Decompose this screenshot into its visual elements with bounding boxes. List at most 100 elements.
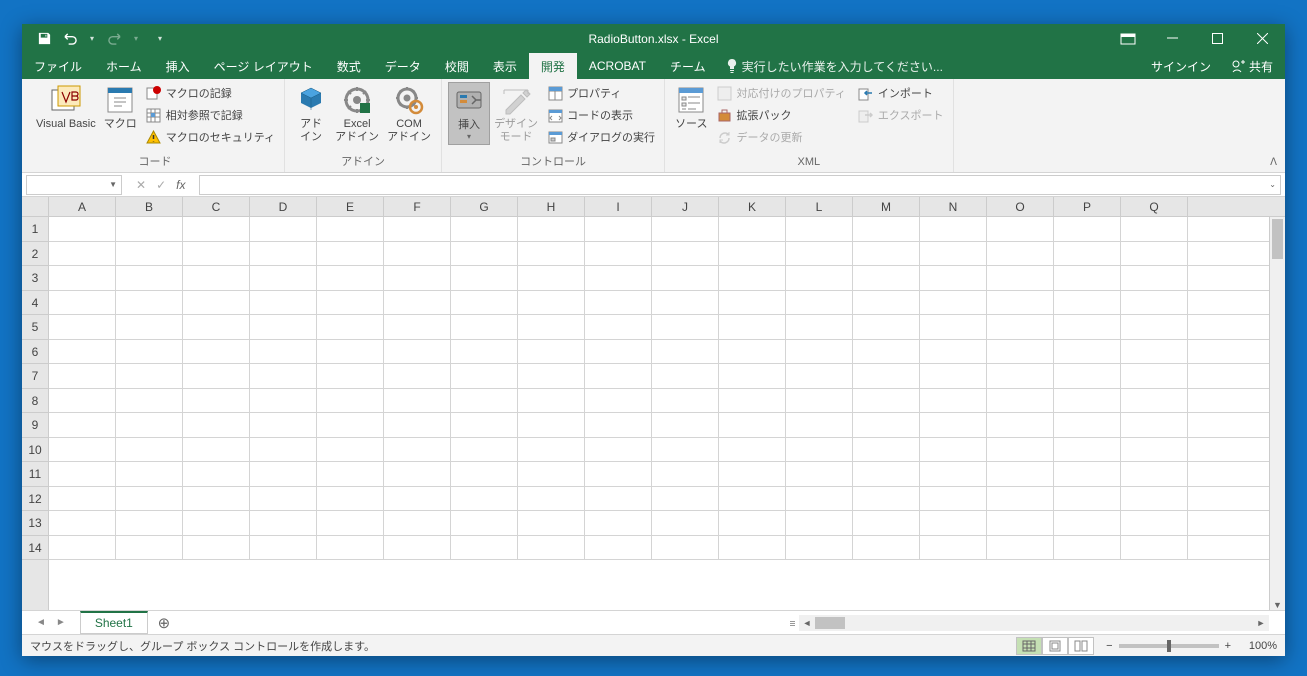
cell[interactable] bbox=[183, 413, 250, 437]
qat-customize-icon[interactable]: ▾ bbox=[156, 31, 164, 47]
share-button[interactable]: 共有 bbox=[1225, 58, 1279, 75]
cell[interactable] bbox=[987, 217, 1054, 241]
cell[interactable] bbox=[987, 389, 1054, 413]
cell[interactable] bbox=[920, 413, 987, 437]
row-header[interactable]: 8 bbox=[22, 389, 48, 414]
cell[interactable] bbox=[384, 266, 451, 290]
tab-view[interactable]: 表示 bbox=[481, 53, 529, 79]
cell[interactable] bbox=[786, 462, 853, 486]
cell[interactable] bbox=[49, 389, 116, 413]
cell[interactable] bbox=[920, 266, 987, 290]
cell[interactable] bbox=[518, 413, 585, 437]
row-header[interactable]: 14 bbox=[22, 536, 48, 561]
cell[interactable] bbox=[116, 536, 183, 560]
cell[interactable] bbox=[451, 462, 518, 486]
cell[interactable] bbox=[719, 266, 786, 290]
sheet-prev-icon[interactable]: ◄ bbox=[32, 617, 50, 628]
run-dialog-button[interactable]: ダイアログの実行 bbox=[544, 126, 658, 148]
cell[interactable] bbox=[1121, 438, 1188, 462]
cell[interactable] bbox=[786, 242, 853, 266]
com-addins-button[interactable]: COM アドイン bbox=[383, 82, 435, 146]
expansion-packs-button[interactable]: 拡張パック bbox=[714, 104, 849, 126]
cell[interactable] bbox=[183, 536, 250, 560]
cell[interactable] bbox=[1054, 438, 1121, 462]
sheet-tab[interactable]: Sheet1 bbox=[80, 611, 148, 634]
cell[interactable] bbox=[183, 291, 250, 315]
cell[interactable] bbox=[585, 511, 652, 535]
cell[interactable] bbox=[183, 462, 250, 486]
cell[interactable] bbox=[585, 389, 652, 413]
cell[interactable] bbox=[250, 462, 317, 486]
cell[interactable] bbox=[518, 291, 585, 315]
cell[interactable] bbox=[853, 511, 920, 535]
cell[interactable] bbox=[987, 487, 1054, 511]
cell[interactable] bbox=[853, 291, 920, 315]
cell[interactable] bbox=[317, 487, 384, 511]
cell[interactable] bbox=[853, 340, 920, 364]
cell[interactable] bbox=[853, 389, 920, 413]
row-header[interactable]: 11 bbox=[22, 462, 48, 487]
cell[interactable] bbox=[451, 340, 518, 364]
cell[interactable] bbox=[719, 217, 786, 241]
cell[interactable] bbox=[49, 536, 116, 560]
cell[interactable] bbox=[49, 438, 116, 462]
scroll-right-icon[interactable]: ► bbox=[1253, 618, 1269, 628]
cell[interactable] bbox=[987, 438, 1054, 462]
cell[interactable] bbox=[853, 242, 920, 266]
cell[interactable] bbox=[518, 438, 585, 462]
cell[interactable] bbox=[987, 511, 1054, 535]
cell[interactable] bbox=[317, 266, 384, 290]
column-header[interactable]: I bbox=[585, 197, 652, 216]
cell[interactable] bbox=[250, 438, 317, 462]
cell[interactable] bbox=[183, 340, 250, 364]
cell[interactable] bbox=[1121, 487, 1188, 511]
cell[interactable] bbox=[518, 266, 585, 290]
cell[interactable] bbox=[451, 438, 518, 462]
cell[interactable] bbox=[853, 487, 920, 511]
cell[interactable] bbox=[518, 217, 585, 241]
zoom-out-icon[interactable]: − bbox=[1106, 640, 1112, 652]
row-header[interactable]: 13 bbox=[22, 511, 48, 536]
cell[interactable] bbox=[49, 462, 116, 486]
cell[interactable] bbox=[987, 315, 1054, 339]
zoom-value[interactable]: 100% bbox=[1237, 640, 1277, 652]
column-header[interactable]: L bbox=[786, 197, 853, 216]
cell[interactable] bbox=[853, 315, 920, 339]
cell[interactable] bbox=[719, 511, 786, 535]
design-mode-button[interactable]: デザイン モード bbox=[490, 82, 542, 146]
cell[interactable] bbox=[518, 487, 585, 511]
cell[interactable] bbox=[1054, 217, 1121, 241]
tab-data[interactable]: データ bbox=[373, 53, 433, 79]
cell[interactable] bbox=[987, 242, 1054, 266]
record-macro-button[interactable]: マクロの記録 bbox=[143, 82, 278, 104]
cell[interactable] bbox=[1121, 340, 1188, 364]
cell[interactable] bbox=[853, 536, 920, 560]
visual-basic-button[interactable]: Visual Basic bbox=[32, 82, 100, 133]
cell[interactable] bbox=[384, 487, 451, 511]
scroll-thumb[interactable] bbox=[1272, 219, 1283, 259]
row-header[interactable]: 10 bbox=[22, 438, 48, 463]
cell[interactable] bbox=[920, 389, 987, 413]
formula-input[interactable]: ⌄ bbox=[199, 175, 1281, 195]
cell[interactable] bbox=[987, 536, 1054, 560]
cell[interactable] bbox=[518, 242, 585, 266]
cell[interactable] bbox=[786, 389, 853, 413]
cell[interactable] bbox=[652, 511, 719, 535]
cell[interactable] bbox=[585, 413, 652, 437]
cell[interactable] bbox=[116, 462, 183, 486]
cell[interactable] bbox=[317, 462, 384, 486]
cell[interactable] bbox=[384, 315, 451, 339]
cell[interactable] bbox=[987, 291, 1054, 315]
normal-view-icon[interactable] bbox=[1016, 637, 1042, 655]
cell[interactable] bbox=[250, 340, 317, 364]
cell[interactable] bbox=[518, 364, 585, 388]
cell[interactable] bbox=[384, 462, 451, 486]
cell[interactable] bbox=[920, 291, 987, 315]
cell[interactable] bbox=[1054, 487, 1121, 511]
pagelayout-view-icon[interactable] bbox=[1042, 637, 1068, 655]
cell[interactable] bbox=[384, 217, 451, 241]
cell[interactable] bbox=[1121, 364, 1188, 388]
insert-control-button[interactable]: 挿入▾ bbox=[448, 82, 490, 145]
cell[interactable] bbox=[585, 462, 652, 486]
cell[interactable] bbox=[116, 291, 183, 315]
